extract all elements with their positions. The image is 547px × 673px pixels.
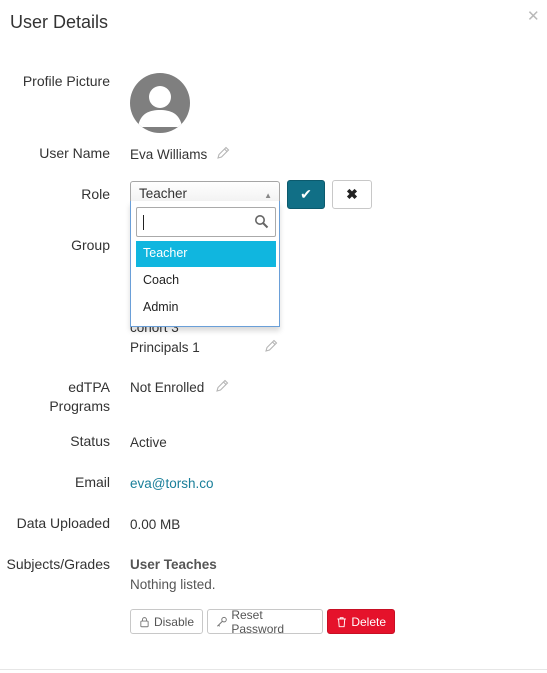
user-silhouette-icon: [138, 86, 182, 127]
subjects-heading: User Teaches: [130, 557, 217, 572]
dropdown-option-teacher[interactable]: Teacher: [136, 241, 276, 267]
edtpa-label: edTPA: [68, 379, 110, 395]
dropdown-search-input[interactable]: [136, 207, 276, 237]
subjects-grades-label: Subjects/Grades: [6, 556, 111, 572]
data-uploaded-label: Data Uploaded: [16, 515, 110, 531]
footer-divider: [0, 669, 547, 670]
select-arrow-icon: ▲: [264, 191, 272, 200]
role-select-value: Teacher: [139, 186, 188, 201]
delete-button-label: Delete: [351, 614, 386, 629]
confirm-role-button[interactable]: ✔: [287, 180, 325, 209]
cancel-role-button[interactable]: ✖: [332, 180, 372, 209]
x-icon: ✖: [346, 186, 358, 202]
disable-button[interactable]: Disable: [130, 609, 203, 634]
email-label: Email: [74, 474, 110, 490]
subjects-value: Nothing listed.: [130, 577, 216, 592]
reset-password-button-label: Reset Password: [231, 607, 285, 636]
modal-title: User Details: [10, 12, 109, 32]
trash-icon: [337, 616, 346, 627]
status-value: Active: [130, 435, 167, 450]
edit-pencil-icon[interactable]: [216, 146, 230, 160]
dropdown-option-admin[interactable]: Admin: [136, 295, 276, 321]
data-uploaded-value: 0.00 MB: [130, 517, 181, 532]
avatar[interactable]: [130, 73, 190, 133]
key-icon: [217, 616, 227, 627]
user-name-value: Eva Williams: [130, 147, 208, 162]
check-icon: ✔: [300, 186, 312, 202]
lock-icon: [140, 616, 149, 627]
edit-pencil-icon[interactable]: [264, 339, 278, 353]
edtpa-value: Not Enrolled: [130, 380, 205, 395]
status-label: Status: [70, 433, 110, 449]
group-label: Group: [71, 237, 110, 253]
disable-button-label: Disable: [153, 614, 194, 629]
close-icon[interactable]: ✕: [527, 9, 540, 24]
role-dropdown: Teacher Coach Admin: [130, 201, 280, 327]
dropdown-option-coach[interactable]: Coach: [136, 268, 276, 294]
delete-button[interactable]: Delete: [327, 609, 395, 634]
user-name-label: User Name: [39, 145, 110, 161]
reset-password-button[interactable]: Reset Password: [207, 607, 323, 636]
edit-pencil-icon[interactable]: [215, 379, 229, 393]
email-link[interactable]: eva@torsh.co: [130, 474, 214, 493]
edtpa-label-line2: Programs: [49, 398, 110, 414]
text-caret: [143, 215, 144, 230]
role-label: Role: [81, 186, 110, 202]
search-icon: [255, 215, 269, 229]
profile-picture-label: Profile Picture: [22, 73, 110, 89]
group-item: Principals 1: [130, 340, 200, 355]
